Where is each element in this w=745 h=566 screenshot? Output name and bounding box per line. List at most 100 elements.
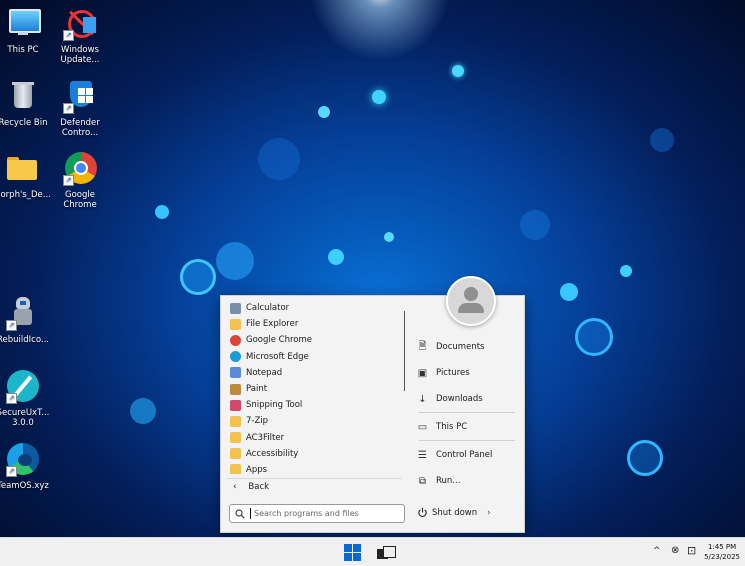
desktop-icon-label: Recycle Bin xyxy=(0,118,48,128)
desktop-icon-label: RebuildIco... xyxy=(0,335,49,345)
desktop-icon-defender-control[interactable]: ↗ Defender Contro... xyxy=(50,80,110,138)
this-pc-link[interactable]: ▭ This PC xyxy=(417,417,515,437)
bokeh-light xyxy=(155,205,169,219)
search-box[interactable]: Search programs and files xyxy=(229,504,405,523)
edge-icon xyxy=(230,351,241,363)
desktop-icon-google-chrome[interactable]: ↗ Google Chrome xyxy=(50,152,110,210)
calculator-icon xyxy=(230,302,241,314)
display-icon[interactable]: ⊡ xyxy=(687,544,696,557)
bokeh-light xyxy=(318,106,330,118)
search-placeholder: Search programs and files xyxy=(254,509,359,518)
notepad-icon xyxy=(230,367,241,379)
scrollbar[interactable] xyxy=(404,311,405,391)
program-list[interactable]: Calculator File Explorer Google Chrome Micr… xyxy=(227,300,405,474)
folder-icon xyxy=(230,464,241,474)
program-item[interactable]: Snipping Tool xyxy=(227,397,405,413)
desktop-icon-recycle-bin[interactable]: Recycle Bin xyxy=(0,80,53,128)
bokeh-light xyxy=(180,259,216,295)
documents-link[interactable]: 🗎 Documents xyxy=(417,337,515,357)
edge-icon: ↗ xyxy=(6,443,40,477)
program-item[interactable]: Google Chrome xyxy=(227,332,405,348)
program-item[interactable]: AC3Filter xyxy=(227,430,405,446)
monitor-icon xyxy=(6,7,41,41)
bokeh-light xyxy=(216,242,254,280)
program-label: Apps xyxy=(246,464,268,474)
show-hidden-icons-chevron-icon[interactable]: ^ xyxy=(653,546,661,556)
program-item[interactable]: Microsoft Edge xyxy=(227,349,405,365)
program-item[interactable]: Apps xyxy=(227,462,405,474)
folder-icon xyxy=(230,448,241,460)
run-icon: ⧉ xyxy=(418,475,427,487)
desktop-icon-folder[interactable]: Morph's_De... xyxy=(0,152,52,200)
program-item[interactable]: Paint xyxy=(227,381,405,397)
bokeh-light xyxy=(560,283,578,301)
program-label: Paint xyxy=(246,384,268,395)
taskbar: ^ ⊗ ⊡ 1:45 PM 5/23/2025 xyxy=(0,537,745,566)
windows-update-icon: ↗ xyxy=(63,7,97,41)
desktop-icon-windows-update[interactable]: ↗ Windows Update... xyxy=(50,7,110,65)
program-item[interactable]: Notepad xyxy=(227,365,405,381)
windows-logo-icon xyxy=(344,544,361,561)
control-panel-link[interactable]: ☰ Control Panel xyxy=(417,445,515,465)
chrome-icon xyxy=(230,334,241,346)
download-icon: ↓ xyxy=(418,393,427,405)
run-label: Run... xyxy=(436,476,461,486)
shortcut-arrow-icon: ↗ xyxy=(6,320,17,331)
separator xyxy=(419,412,515,413)
clock-date: 5/23/2025 xyxy=(704,553,740,561)
folder-icon xyxy=(5,152,39,186)
recycle-bin-icon xyxy=(6,80,40,114)
network-icon[interactable]: ⊗ xyxy=(671,545,679,556)
bokeh-light xyxy=(328,249,344,265)
task-view-button[interactable] xyxy=(377,546,396,560)
program-label: 7-Zip xyxy=(246,416,269,427)
start-button[interactable] xyxy=(344,544,361,561)
control-panel-icon: ☰ xyxy=(418,449,427,461)
file-explorer-icon xyxy=(230,318,241,330)
bokeh-light xyxy=(620,265,632,277)
desktop-icon-teamos[interactable]: ↗ TeamOS.xyz xyxy=(0,443,53,491)
program-item[interactable]: Accessibility xyxy=(227,446,405,462)
program-label: Accessibility xyxy=(246,448,299,459)
pictures-link[interactable]: ▣ Pictures xyxy=(417,363,515,383)
program-item[interactable]: Calculator xyxy=(227,300,405,316)
bokeh-light xyxy=(130,398,156,424)
clock-time: 1:45 PM xyxy=(707,543,737,551)
desktop-icon-label: Defender Contro... xyxy=(60,118,100,138)
run-link[interactable]: ⧉ Run... xyxy=(417,471,515,491)
paint-icon xyxy=(230,383,241,395)
desktop-icon-this-pc[interactable]: This PC xyxy=(0,7,53,55)
desktop-icon-label: Windows Update... xyxy=(60,45,100,65)
user-avatar[interactable] xyxy=(446,276,496,326)
desktop-icon-secureux[interactable]: ↗ SecureUxT... 3.0.0 xyxy=(0,370,53,428)
this-pc-label: This PC xyxy=(436,422,468,432)
program-label: Google Chrome xyxy=(246,335,313,346)
program-label: Snipping Tool xyxy=(246,400,303,411)
chevron-right-icon[interactable]: › xyxy=(487,508,490,518)
program-label: AC3Filter xyxy=(246,432,285,443)
defender-shield-icon: ↗ xyxy=(63,80,97,114)
back-label: Back xyxy=(248,482,270,492)
folder-icon xyxy=(230,432,241,444)
shortcut-arrow-icon: ↗ xyxy=(6,393,17,404)
picture-icon: ▣ xyxy=(417,367,428,379)
monitor-icon: ▭ xyxy=(417,421,428,433)
bokeh-light xyxy=(258,138,300,180)
robot-icon: ↗ xyxy=(6,297,40,331)
pen-icon: ↗ xyxy=(6,370,40,404)
back-button[interactable]: ‹ Back xyxy=(227,478,402,495)
pictures-label: Pictures xyxy=(436,368,470,378)
shortcut-arrow-icon: ↗ xyxy=(63,103,74,114)
downloads-link[interactable]: ↓ Downloads xyxy=(417,389,515,409)
shutdown-button[interactable]: Shut down › xyxy=(417,504,497,521)
bokeh-light xyxy=(452,65,464,77)
desktop-icon-rebuild-icon-cache[interactable]: ↗ RebuildIco... xyxy=(0,297,53,345)
folder-icon xyxy=(230,415,241,427)
clock[interactable]: 1:45 PM 5/23/2025 xyxy=(704,542,740,562)
desktop-icon-label: This PC xyxy=(7,45,39,55)
program-item[interactable]: File Explorer xyxy=(227,316,405,332)
document-icon: 🗎 xyxy=(418,340,427,352)
shutdown-label: Shut down xyxy=(432,507,478,518)
desktop-icon-label: SecureUxT... 3.0.0 xyxy=(0,408,50,428)
program-item[interactable]: 7-Zip xyxy=(227,413,405,429)
